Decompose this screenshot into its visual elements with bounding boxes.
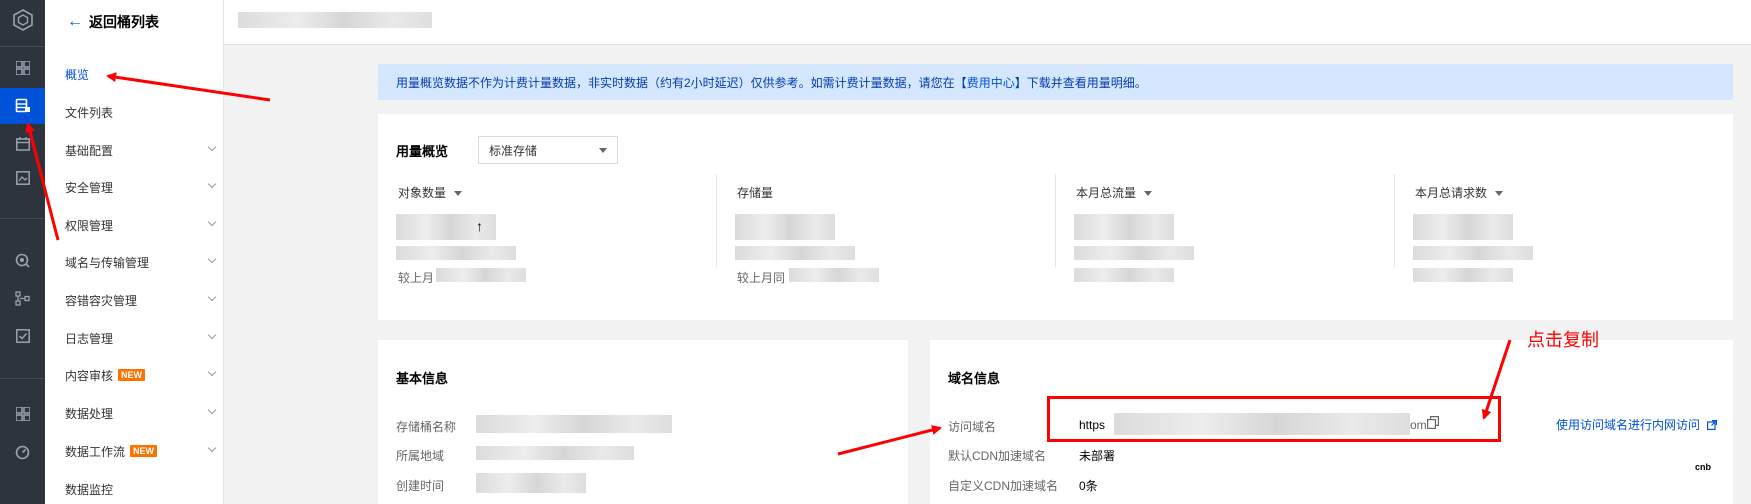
annotation-arrows (25, 72, 1512, 456)
arrow-to-copy-icon (1481, 339, 1512, 420)
arrow-to-bucket-icon (25, 122, 60, 241)
arrow-to-overview (106, 72, 271, 102)
arrow-to-access-domain (837, 425, 942, 456)
